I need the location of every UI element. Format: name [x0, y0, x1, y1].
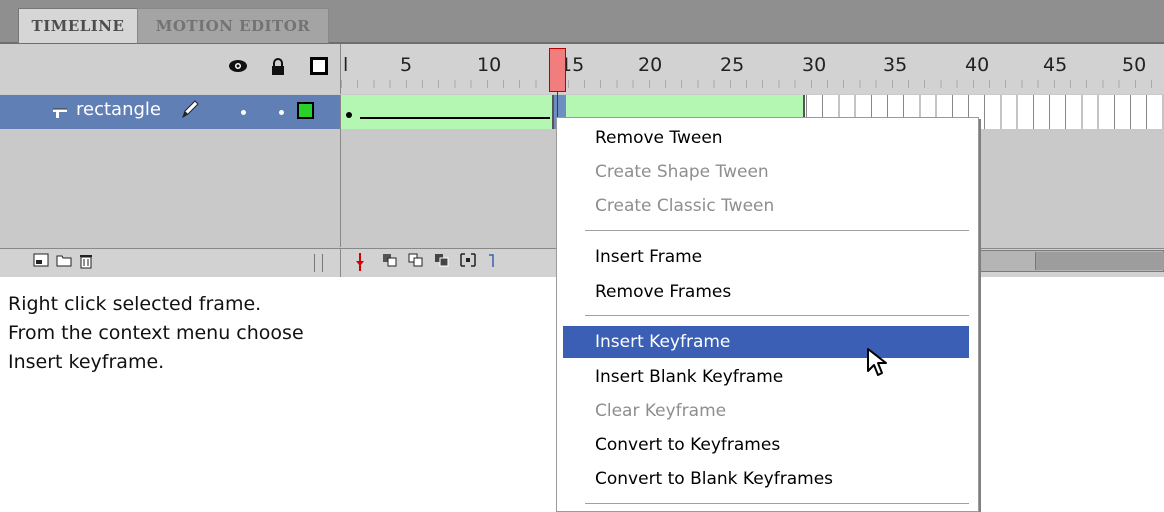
tween-span[interactable] — [341, 95, 554, 129]
menu-item-convert-to-keyframes[interactable]: Convert to Keyframes — [563, 429, 969, 461]
layer-name[interactable]: rectangle — [76, 99, 161, 120]
ruler-ticks — [341, 80, 1164, 88]
menu-separator — [585, 315, 969, 317]
ruler-label: 20 — [638, 54, 663, 76]
keyframe-dot[interactable] — [346, 112, 352, 118]
outline-icon[interactable] — [310, 57, 328, 75]
menu-item-convert-to-blank-keyframes[interactable]: Convert to Blank Keyframes — [563, 463, 969, 495]
menu-item-remove-tween[interactable]: Remove Tween — [563, 122, 969, 154]
caption-line: From the context menu choose — [8, 322, 304, 344]
layer-footer — [0, 248, 341, 277]
caption-line: Insert keyframe. — [8, 351, 165, 373]
current-frame-icon — [483, 253, 501, 271]
delete-icon[interactable] — [77, 253, 95, 271]
ruler-label: 45 — [1043, 54, 1068, 76]
ruler-label: 5 — [400, 54, 413, 76]
menu-item-remove-frames[interactable]: Remove Frames — [563, 276, 969, 308]
layer-row-rectangle[interactable]: rectangle — [0, 95, 341, 129]
frame-ruler[interactable]: l 5 10 15 20 25 30 35 40 45 50 — [341, 44, 1164, 94]
mouse-cursor-icon — [866, 347, 888, 383]
new-folder-icon[interactable] — [55, 253, 73, 271]
onion-skin-outlines-icon[interactable] — [407, 253, 425, 271]
layer-outline-color[interactable] — [297, 102, 314, 119]
edit-multiple-frames-icon[interactable] — [433, 253, 451, 271]
onion-skin-icon[interactable] — [381, 253, 399, 271]
ruler-label: 40 — [965, 54, 990, 76]
lock-toggle[interactable] — [279, 110, 284, 115]
ruler-label: 10 — [477, 54, 502, 76]
tab-timeline[interactable]: TIMELINE — [18, 8, 138, 43]
instruction-caption: Right click selected frame. From the con… — [8, 290, 304, 377]
menu-separator — [585, 503, 969, 505]
menu-item-insert-blank-keyframe[interactable]: Insert Blank Keyframe — [563, 361, 969, 393]
menu-item-create-classic-tween: Create Classic Tween — [595, 196, 775, 216]
tab-motion-editor[interactable]: MOTION EDITOR — [137, 8, 329, 43]
ruler-label: 25 — [720, 54, 745, 76]
panel-tab-bar: TIMELINE MOTION EDITOR — [0, 0, 1164, 44]
menu-item-clear-keyframe: Clear Keyframe — [595, 401, 727, 421]
menu-item-insert-frame[interactable]: Insert Frame — [563, 241, 969, 273]
layer-icon — [52, 106, 68, 119]
center-frame-icon[interactable] — [351, 253, 369, 271]
menu-item-create-shape-tween: Create Shape Tween — [595, 162, 769, 182]
resize-handle[interactable] — [314, 254, 323, 272]
visibility-toggle[interactable] — [241, 110, 246, 115]
pencil-icon — [180, 98, 200, 125]
eye-icon[interactable] — [228, 58, 248, 78]
modify-onion-markers-icon[interactable] — [459, 253, 477, 271]
ruler-label: l — [343, 54, 349, 76]
context-menu: Remove Tween Create Shape Tween Create C… — [556, 117, 979, 512]
scrollbar-thumb[interactable] — [1035, 252, 1164, 270]
menu-item-insert-keyframe[interactable]: Insert Keyframe — [563, 326, 969, 358]
layer-list-empty — [0, 129, 341, 247]
menu-separator — [585, 230, 969, 232]
lock-icon[interactable] — [268, 58, 288, 78]
new-layer-icon[interactable] — [32, 253, 50, 271]
ruler-label: 50 — [1122, 54, 1147, 76]
caption-line: Right click selected frame. — [8, 293, 262, 315]
layer-header — [0, 44, 341, 94]
ruler-label: 30 — [802, 54, 827, 76]
playhead[interactable] — [549, 48, 566, 92]
ruler-label: 35 — [883, 54, 908, 76]
tween-arrow — [360, 117, 550, 119]
